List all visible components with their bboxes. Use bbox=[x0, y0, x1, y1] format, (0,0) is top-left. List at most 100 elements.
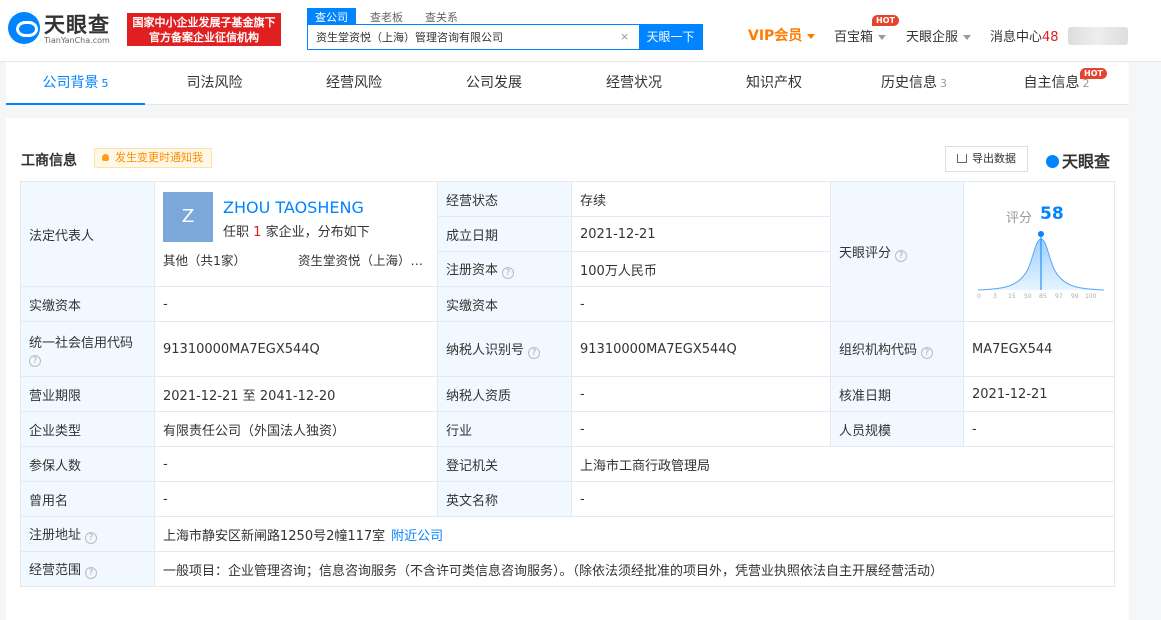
address-label-text: 注册地址 bbox=[29, 528, 82, 543]
org-code-label-text: 组织机构代码 bbox=[839, 343, 918, 358]
authority-label: 登记机关 bbox=[437, 446, 572, 482]
baibaoxiang-label: 百宝箱 bbox=[834, 30, 874, 45]
tab-company-background[interactable]: 公司背景 5 bbox=[6, 62, 145, 105]
tab-label: 知识产权 bbox=[746, 75, 802, 91]
paid-capital-label: 实缴资本 bbox=[20, 286, 155, 322]
help-icon[interactable]: ? bbox=[85, 532, 98, 544]
tax-qualification-value: - bbox=[571, 376, 831, 412]
tab-operation-risk[interactable]: 经营风险 bbox=[284, 62, 424, 105]
tick-label: 99 bbox=[1071, 293, 1079, 300]
scope-label-text: 经营范围 bbox=[29, 563, 82, 578]
banner-line-2: 官方备案企业征信机构 bbox=[149, 31, 259, 44]
tick-label: 15 bbox=[1008, 293, 1016, 300]
business-info-table: 法定代表人 Z ZHOU TAOSHENG 任职 1 家企业，分布如下 其他（共… bbox=[20, 181, 1116, 587]
paid-capital-value: - bbox=[154, 286, 438, 322]
org-code-value: MA7EGX544 bbox=[962, 321, 1116, 377]
company-type-label: 企业类型 bbox=[20, 411, 155, 447]
tab-company-development[interactable]: 公司发展 bbox=[424, 62, 564, 105]
help-icon[interactable]: ? bbox=[528, 347, 541, 359]
search-input[interactable] bbox=[308, 25, 638, 49]
tab-count: 5 bbox=[101, 77, 109, 90]
capital-label: 注册资本? bbox=[437, 251, 572, 287]
score-chart[interactable]: 评分 58 0 3 15 50 85 97 99 100 bbox=[964, 199, 1114, 304]
legal-rep-cell: Z ZHOU TAOSHENG 任职 1 家企业，分布如下 其他（共1家） 资生堂… bbox=[154, 181, 438, 287]
score-label: 天眼评分? bbox=[830, 181, 964, 322]
legal-rep-other: 其他（共1家） bbox=[163, 253, 246, 268]
company-type-value: 有限责任公司（外国法人独资） bbox=[154, 411, 438, 447]
tianyancha-logo[interactable]: 天眼查 TianYanCha.com bbox=[8, 9, 120, 49]
export-data-button[interactable]: 导出数据 bbox=[945, 146, 1028, 172]
legal-rep-companies: 其他（共1家） 资生堂资悦（上海）… bbox=[163, 250, 428, 269]
industry-label: 行业 bbox=[437, 411, 572, 447]
qifu-label: 天眼企服 bbox=[906, 30, 959, 45]
vip-label: VIP会员 bbox=[748, 28, 803, 44]
baibaoxiang-menu[interactable]: 百宝箱 bbox=[834, 26, 887, 45]
chevron-down-icon bbox=[963, 35, 972, 40]
tianyancha-brand: 天眼查 bbox=[1046, 148, 1110, 172]
legal-rep-label: 法定代表人 bbox=[20, 181, 155, 287]
help-icon[interactable]: ? bbox=[502, 267, 515, 279]
credit-code-label: 统一社会信用代码? bbox=[20, 321, 155, 377]
score-marker-dot bbox=[1038, 231, 1044, 237]
capital-label-text: 注册资本 bbox=[446, 263, 499, 278]
address-value: 上海市静安区新闸路1250号2幢117室 附近公司 bbox=[153, 516, 1116, 552]
tick-label: 97 bbox=[1055, 293, 1063, 300]
tick-label: 100 bbox=[1085, 293, 1097, 300]
tab-operation-status[interactable]: 经营状况 bbox=[564, 62, 704, 105]
logo-subtext: TianYanCha.com bbox=[44, 36, 110, 45]
eye-logo-icon bbox=[8, 12, 40, 44]
status-value: 存续 bbox=[571, 181, 831, 217]
approve-date-label: 核准日期 bbox=[830, 376, 964, 412]
user-avatar[interactable] bbox=[1068, 27, 1128, 45]
business-info-card: 工商信息 发生变更时通知我 导出数据 天眼查 法定代表人 Z ZHOU TAOS… bbox=[6, 118, 1129, 620]
avatar: Z bbox=[163, 192, 213, 242]
company-tabs: 公司背景 5 司法风险 经营风险 公司发展 经营状况 知识产权 历史信息 3 自主信… bbox=[6, 62, 1129, 105]
score-tick-labels: 0 3 15 50 85 97 99 100 bbox=[977, 293, 1097, 300]
message-center-label: 消息中心 bbox=[990, 30, 1043, 45]
staff-size-value: - bbox=[962, 411, 1116, 447]
insured-value: - bbox=[154, 446, 438, 482]
approve-date-value: 2021-12-21 bbox=[962, 376, 1116, 412]
help-icon[interactable]: ? bbox=[29, 354, 41, 367]
tax-qualification-label: 纳税人资质 bbox=[437, 376, 572, 412]
help-icon[interactable]: ? bbox=[85, 567, 98, 579]
scope-value: 一般项目：企业管理咨询；信息咨询服务（不含许可类信息咨询服务）。（除依法须经批准… bbox=[153, 551, 1116, 587]
qifu-menu[interactable]: 天眼企服 bbox=[906, 26, 972, 45]
tick-label: 50 bbox=[1024, 293, 1032, 300]
address-text: 上海市静安区新闸路1250号2幢117室 bbox=[163, 528, 386, 544]
legal-rep-summary: 任职 1 家企业，分布如下 bbox=[223, 221, 370, 240]
tax-id-label-text: 纳税人识别号 bbox=[446, 343, 525, 358]
message-count: 48 bbox=[1042, 30, 1059, 45]
vip-member-menu[interactable]: VIP会员 bbox=[748, 25, 816, 45]
tab-history[interactable]: 历史信息 3 bbox=[844, 62, 984, 105]
status-label: 经营状态 bbox=[437, 181, 572, 217]
notify-on-change-button[interactable]: 发生变更时通知我 bbox=[94, 148, 212, 168]
term-value: 2021-12-21 至 2041-12-20 bbox=[154, 376, 438, 412]
tab-judicial-risk[interactable]: 司法风险 bbox=[145, 62, 284, 105]
banner-line-1: 国家中小企业发展子基金旗下 bbox=[132, 16, 276, 29]
industry-value: - bbox=[571, 411, 831, 447]
tab-self-info[interactable]: 自主信息 2 bbox=[984, 62, 1129, 105]
help-icon[interactable]: ? bbox=[921, 347, 934, 359]
clear-icon[interactable]: × bbox=[620, 30, 629, 43]
score-cell: 评分 58 0 3 15 50 85 97 99 100 bbox=[962, 181, 1116, 322]
english-name-label: 英文名称 bbox=[437, 481, 572, 517]
help-icon[interactable]: ? bbox=[895, 249, 908, 262]
section-title: 工商信息 bbox=[21, 153, 77, 169]
legal-rep-company-link[interactable]: 资生堂资悦（上海）… bbox=[298, 253, 423, 268]
score-distribution-curve: 0 3 15 50 85 97 99 100 bbox=[977, 231, 1105, 300]
tick-label: 3 bbox=[993, 293, 997, 300]
search-button[interactable]: 天眼一下 bbox=[639, 25, 702, 49]
message-center[interactable]: 消息中心48 bbox=[990, 26, 1059, 45]
tab-ip[interactable]: 知识产权 bbox=[704, 62, 844, 105]
tab-label: 经营状况 bbox=[606, 75, 662, 91]
legal-rep-name[interactable]: ZHOU TAOSHENG bbox=[223, 198, 364, 217]
logo-text: 天眼查 bbox=[44, 13, 110, 37]
tick-label: 85 bbox=[1039, 293, 1047, 300]
paid-capital-value-2: - bbox=[571, 286, 831, 322]
nearby-companies-link[interactable]: 附近公司 bbox=[391, 529, 443, 544]
authority-value: 上海市工商行政管理局 bbox=[570, 446, 1116, 482]
legal-rep-company-count: 1 bbox=[253, 225, 262, 240]
tab-count: 3 bbox=[940, 77, 947, 90]
address-label: 注册地址? bbox=[20, 516, 155, 552]
